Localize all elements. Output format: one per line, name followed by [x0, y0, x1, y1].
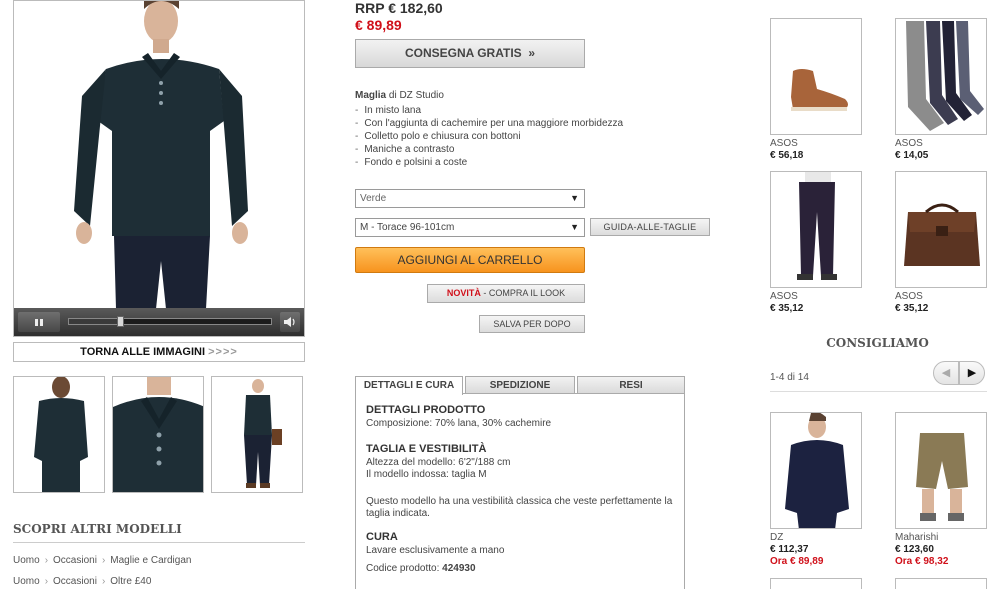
chevron-left-icon[interactable]: ◀ — [933, 361, 959, 385]
feature-item: Colletto polo e chiusura con bottoni — [355, 130, 685, 143]
feature-item: In misto lana — [355, 104, 685, 117]
product-brand-line: di DZ Studio — [386, 90, 444, 101]
recommended-product-shorts[interactable] — [895, 412, 987, 529]
product-price: € 35,12 — [895, 303, 929, 314]
seek-handle[interactable] — [117, 316, 124, 327]
breadcrumb: Uomo › Occasioni › Oltre £40 — [13, 576, 152, 587]
related-product-jeans[interactable] — [770, 171, 862, 288]
breadcrumb-link[interactable]: Occasioni — [53, 555, 97, 566]
care-heading: CURA — [366, 531, 398, 543]
rrp-price: RRP € 182,60 — [355, 0, 443, 16]
sale-price: Ora € 89,89 — [770, 556, 824, 567]
breadcrumb-link[interactable]: Uomo — [13, 555, 40, 566]
thumbnail-full-length[interactable] — [211, 376, 303, 493]
tab-shipping[interactable]: SPEDIZIONE — [465, 376, 575, 394]
product-brand: ASOS — [895, 291, 923, 302]
product-brand: ASOS — [770, 291, 798, 302]
details-heading: DETTAGLI PRODOTTO — [366, 404, 486, 416]
breadcrumb-link[interactable]: Occasioni — [53, 576, 97, 587]
shop-the-look-label: - COMPRA IL LOOK — [480, 288, 566, 298]
feature-item: Con l'aggiunta di cachemire per una magg… — [355, 117, 685, 130]
product-description: Maglia di DZ Studio In misto lana Con l'… — [355, 89, 685, 169]
recommended-product-partial[interactable] — [770, 578, 862, 589]
pager-text: 1-4 di 14 — [770, 372, 809, 383]
divider — [770, 391, 987, 392]
size-guide-button[interactable]: GUIDA-ALLE-TAGLIE — [590, 218, 710, 236]
product-brand: ASOS — [895, 138, 923, 149]
save-for-later-button[interactable]: SALVA PER DOPO — [479, 315, 585, 333]
product-code-value: 424930 — [442, 563, 476, 574]
product-code-label: Codice prodotto: — [366, 563, 443, 574]
breadcrumb: Uomo › Occasioni › Maglie e Cardigan — [13, 555, 192, 566]
product-brand: Maharishi — [895, 532, 939, 543]
product-price: € 14,05 — [895, 150, 929, 161]
free-delivery-label: CONSEGNA GRATIS — [404, 46, 522, 60]
product-price: € 56,18 — [770, 150, 804, 161]
free-delivery-button[interactable]: CONSEGNA GRATIS » — [355, 39, 585, 68]
related-product-satchel[interactable] — [895, 171, 987, 288]
current-price: € 89,89 — [355, 17, 402, 33]
explore-more-title: SCOPRI ALTRI MODELLI — [13, 522, 305, 543]
model-height-text: Altezza del modello: 6'2"/188 cm — [366, 457, 511, 468]
product-video-player[interactable] — [13, 0, 305, 337]
product-price: € 35,12 — [770, 303, 804, 314]
breadcrumb-link[interactable]: Uomo — [13, 576, 40, 587]
breadcrumb-link[interactable]: Oltre £40 — [110, 576, 151, 587]
dropdown-caret-icon: ▼ — [570, 222, 579, 232]
arrows-icon: >>>> — [208, 346, 238, 358]
video-controls — [14, 308, 304, 336]
chevron-right-icon[interactable]: ▶ — [959, 361, 985, 385]
back-to-images-button[interactable]: TORNA ALLE IMMAGINI >>>> — [13, 342, 305, 362]
size-select[interactable]: M - Torace 96-101cm ▼ — [355, 218, 585, 237]
add-to-cart-button[interactable]: AGGIUNGI AL CARRELLO — [355, 247, 585, 273]
product-price: € 123,60 — [895, 544, 934, 555]
size-select-value: M - Torace 96-101cm — [360, 222, 455, 233]
model-photo — [74, 1, 248, 309]
recommend-title: CONSIGLIAMO — [826, 336, 929, 350]
sale-price: Ora € 98,32 — [895, 556, 949, 567]
colour-select-value: Verde — [360, 193, 387, 204]
tab-details-care[interactable]: DETTAGLI E CURA — [355, 376, 463, 395]
new-badge: NOVITÀ — [446, 288, 481, 298]
related-product-boots[interactable] — [770, 18, 862, 135]
feature-item: Maniche a contrasto — [355, 143, 685, 156]
double-chevron-icon: » — [528, 46, 536, 60]
thumbnail-collar-detail[interactable] — [112, 376, 204, 493]
product-brand: DZ — [770, 532, 784, 543]
tab-returns[interactable]: RESI — [577, 376, 685, 394]
product-code: Codice prodotto: 424930 — [366, 563, 476, 575]
product-brand: ASOS — [770, 138, 798, 149]
feature-list: In misto lana Con l'aggiunta di cachemir… — [355, 104, 685, 169]
thumbnail-back-view[interactable] — [13, 376, 105, 493]
recommended-product-sweater[interactable] — [770, 412, 862, 529]
dropdown-caret-icon: ▼ — [570, 193, 579, 203]
video-seek-bar[interactable] — [68, 316, 272, 327]
product-price: € 112,37 — [770, 544, 809, 555]
fit-text: Questo modello ha una vestibilità classi… — [366, 496, 673, 507]
back-to-images-label: TORNA ALLE IMMAGINI — [80, 346, 206, 358]
colour-select[interactable]: Verde ▼ — [355, 189, 585, 208]
feature-item: Fondo e polsini a coste — [355, 156, 685, 169]
fit-text: taglia indicata. — [366, 508, 430, 519]
shop-the-look-button[interactable]: NOVITÀ - COMPRA IL LOOK — [427, 284, 585, 303]
recommended-product-partial[interactable] — [895, 578, 987, 589]
composition-text: Composizione: 70% lana, 30% cachemire — [366, 418, 552, 429]
size-fit-heading: TAGLIA E VESTIBILITÀ — [366, 443, 487, 455]
model-size-text: Il modello indossa: taglia M — [366, 469, 487, 480]
video-stage — [14, 1, 304, 309]
pause-icon[interactable] — [18, 312, 60, 332]
related-product-socks[interactable] — [895, 18, 987, 135]
care-text: Lavare esclusivamente a mano — [366, 545, 505, 556]
product-type: Maglia — [355, 90, 387, 101]
breadcrumb-link[interactable]: Maglie e Cardigan — [110, 555, 191, 566]
volume-icon[interactable] — [280, 312, 300, 332]
